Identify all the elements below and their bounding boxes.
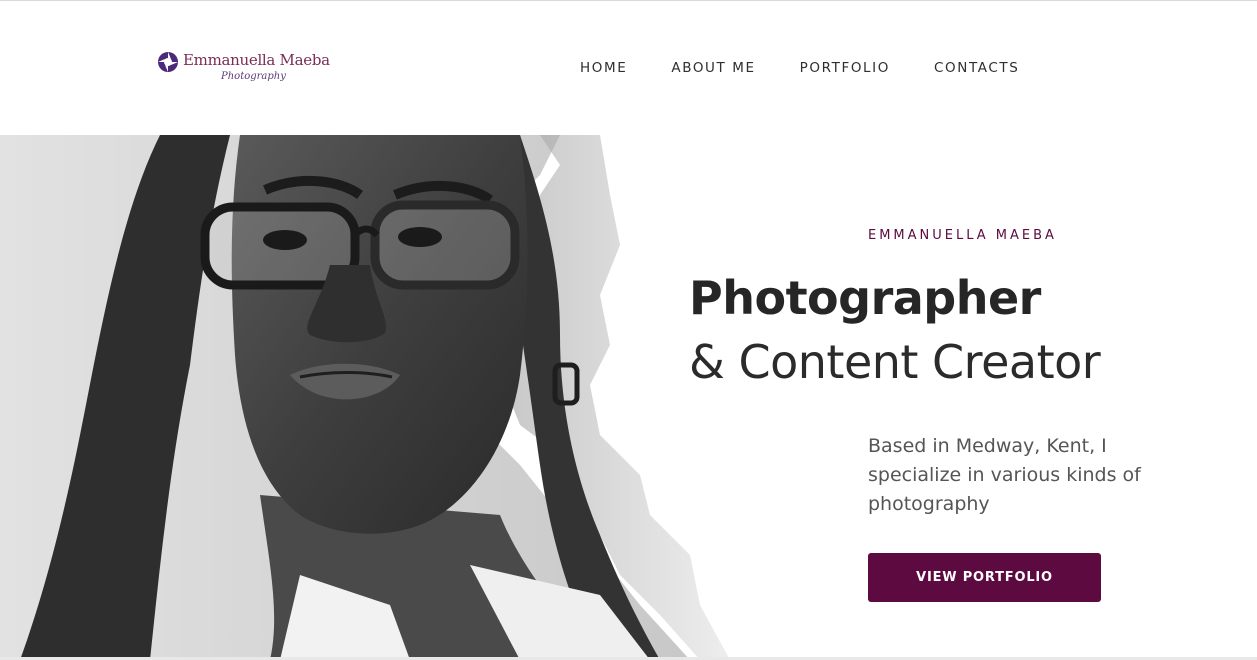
portrait-photo xyxy=(0,135,760,660)
hero-eyebrow: EMMANUELLA MAEBA xyxy=(868,228,1057,243)
nav-about-me[interactable]: ABOUT ME xyxy=(671,60,755,76)
hero-title: Photographer xyxy=(689,271,1041,325)
nav-home[interactable]: HOME xyxy=(580,60,627,76)
nav-portfolio[interactable]: PORTFOLIO xyxy=(800,60,890,76)
view-portfolio-button[interactable]: VIEW PORTFOLIO xyxy=(868,553,1101,602)
main-nav: HOME ABOUT ME PORTFOLIO CONTACTS xyxy=(580,60,1019,76)
logo-subtitle: Photography xyxy=(221,71,286,82)
hero-subtitle: & Content Creator xyxy=(689,335,1101,389)
site-header: Emmanuella Maeba Photography HOME ABOUT … xyxy=(0,1,1257,135)
hero-section: EMMANUELLA MAEBA Photographer & Content … xyxy=(0,135,1257,660)
nav-contacts[interactable]: CONTACTS xyxy=(934,60,1019,76)
site-logo[interactable]: Emmanuella Maeba Photography xyxy=(157,49,332,89)
hero-description: Based in Medway, Kent, I specialize in v… xyxy=(868,435,1141,515)
logo-name: Emmanuella Maeba xyxy=(183,51,330,69)
aperture-icon xyxy=(158,52,178,72)
